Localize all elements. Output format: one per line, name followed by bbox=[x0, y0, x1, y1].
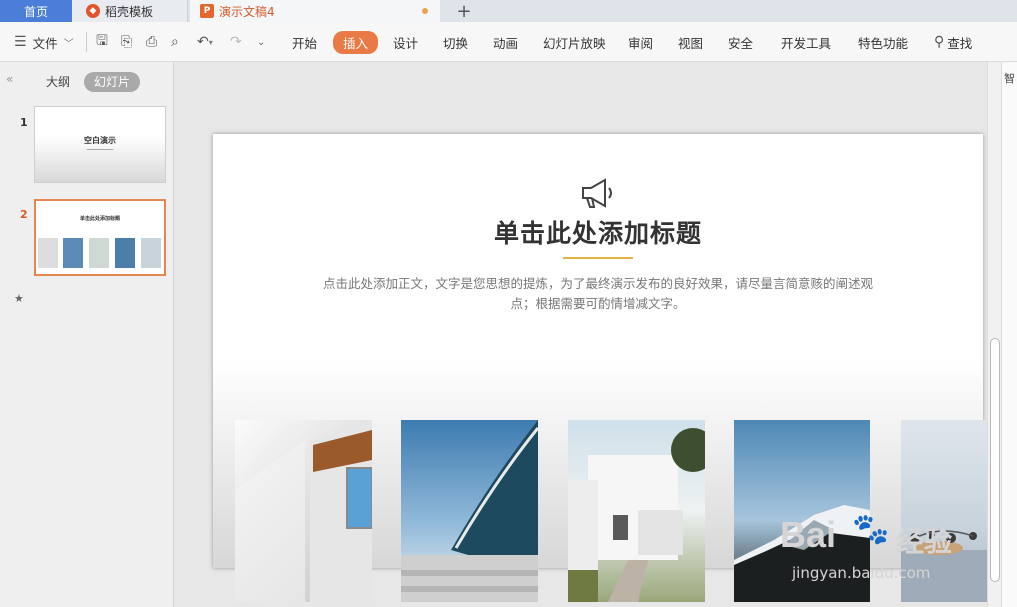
slide-title[interactable]: 单击此处添加标题 bbox=[213, 214, 983, 250]
tab-document[interactable]: P 演示文稿4 bbox=[190, 0, 440, 22]
animation-star-icon: ★ bbox=[14, 292, 24, 305]
save-icon: 🖫 bbox=[96, 33, 108, 49]
megaphone-icon bbox=[582, 178, 612, 208]
thumbnail-photo bbox=[141, 238, 161, 268]
thumbnail-number: 2 bbox=[20, 208, 28, 221]
search-button[interactable]: ⚲ 查找 bbox=[934, 22, 972, 62]
toolbar-separator bbox=[86, 32, 87, 52]
menu-developer[interactable]: 开发工具 bbox=[781, 22, 831, 62]
thumbnail-number: 1 bbox=[20, 116, 28, 129]
menu-slideshow[interactable]: 幻灯片放映 bbox=[543, 22, 606, 62]
watermark-cn: 经验 bbox=[896, 525, 953, 558]
thumbnail-title: 单击此处添加标题 bbox=[79, 216, 120, 222]
photo-interior-window[interactable] bbox=[235, 420, 372, 602]
menu-security-label: 安全 bbox=[728, 35, 754, 51]
redo-icon: ↷ bbox=[230, 34, 242, 50]
export-icon: ⎘ bbox=[121, 34, 133, 50]
menu-review[interactable]: 审阅 bbox=[628, 22, 653, 62]
menu-start[interactable]: 开始 bbox=[292, 22, 317, 62]
current-slide[interactable]: 单击此处添加标题 点击此处添加正文，文字是您思想的提炼，为了最终演示发布的良好效… bbox=[213, 134, 1017, 602]
menu-transition[interactable]: 切换 bbox=[443, 22, 468, 62]
slide-thumbnail-2[interactable]: 单击此处添加标题 bbox=[34, 199, 166, 276]
thumbnail-photo bbox=[38, 238, 58, 268]
watermark-brand: Bai bbox=[780, 514, 837, 555]
menu-features[interactable]: 特色功能 bbox=[858, 22, 908, 62]
menu-security[interactable]: 安全 bbox=[728, 22, 753, 62]
watermark-url: jingyan.baidu.com bbox=[792, 564, 931, 582]
tab-home-label: 首页 bbox=[23, 4, 48, 19]
thumbnail-subtitle-placeholder: ━━━━━━━━━━━ bbox=[86, 147, 114, 152]
chevron-down-icon: ﹀ bbox=[63, 38, 74, 50]
tab-slides[interactable]: 幻灯片 bbox=[84, 72, 140, 92]
tab-template[interactable]: ◆ 稻壳模板 bbox=[72, 0, 188, 22]
slide-body-text[interactable]: 点击此处添加正文，文字是您思想的提炼，为了最终演示发布的良好效果，请尽量言简意赅… bbox=[313, 274, 883, 314]
thumbnail-photo bbox=[63, 238, 83, 268]
menu-design-label: 设计 bbox=[393, 35, 419, 51]
thumbnail-title: 空白演示 bbox=[84, 136, 116, 145]
undo-dropdown-icon: ▾ bbox=[208, 37, 213, 47]
presentation-file-icon: P bbox=[200, 4, 214, 18]
print-preview-button[interactable]: ⌕ bbox=[171, 22, 179, 62]
slide-panel: « 大纲 幻灯片 1 空白演示 ━━━━━━━━━━━ 2 ★ 单击此处添加标题 bbox=[0, 62, 174, 607]
file-menu-label: 文件 bbox=[32, 35, 58, 51]
menu-slideshow-label: 幻灯片放映 bbox=[543, 35, 606, 51]
menu-insert[interactable]: 插入 bbox=[333, 22, 379, 62]
print-button[interactable]: ⎙ bbox=[146, 22, 157, 62]
slide-thumbnail-1[interactable]: 空白演示 ━━━━━━━━━━━ bbox=[34, 106, 166, 183]
title-underline bbox=[563, 257, 633, 259]
menu-insert-label: 插入 bbox=[333, 30, 379, 54]
photo-white-house[interactable] bbox=[568, 420, 705, 602]
menu-review-label: 审阅 bbox=[628, 35, 654, 51]
tab-home[interactable]: 首页 bbox=[0, 0, 72, 22]
daoke-logo-icon: ◆ bbox=[86, 4, 100, 18]
print-icon: ⎙ bbox=[146, 34, 158, 50]
customize-toolbar-button[interactable]: ⌄ bbox=[257, 22, 265, 62]
hamburger-icon: ☰ bbox=[14, 34, 27, 50]
search-icon: ⚲ bbox=[934, 34, 945, 50]
side-panel-label: 智 bbox=[1004, 72, 1015, 85]
menu-start-label: 开始 bbox=[292, 35, 318, 51]
preview-icon: ⌕ bbox=[171, 34, 179, 50]
right-side-panel[interactable]: 智 bbox=[1001, 62, 1017, 607]
collapse-panel-icon[interactable]: « bbox=[6, 72, 13, 86]
file-menu-button[interactable]: ☰ 文件 ﹀ bbox=[14, 22, 74, 62]
plus-icon: + bbox=[456, 0, 472, 22]
export-button[interactable]: ⎘ bbox=[121, 22, 132, 62]
menu-developer-label: 开发工具 bbox=[781, 35, 832, 51]
redo-button[interactable]: ↷ bbox=[230, 22, 242, 62]
tab-document-label: 演示文稿4 bbox=[219, 4, 275, 19]
menu-transition-label: 切换 bbox=[443, 35, 469, 51]
undo-icon: ↶ bbox=[197, 34, 209, 50]
unsaved-dot-icon bbox=[422, 8, 428, 14]
new-tab-button[interactable]: + bbox=[452, 0, 476, 22]
paw-icon: 🐾 bbox=[852, 512, 890, 547]
tab-template-label: 稻壳模板 bbox=[105, 4, 154, 19]
baidu-watermark: Bai 🐾 经验 jingyan.baidu.com bbox=[780, 510, 1000, 600]
chevron-down-icon: ⌄ bbox=[257, 36, 266, 48]
menu-animation-label: 动画 bbox=[493, 35, 519, 51]
thumbnail-photo bbox=[89, 238, 109, 268]
undo-button[interactable]: ↶ ▾ bbox=[197, 22, 213, 62]
thumbnail-photo bbox=[115, 238, 135, 268]
save-button[interactable]: 🖫 bbox=[96, 22, 108, 62]
menu-design[interactable]: 设计 bbox=[393, 22, 418, 62]
ribbon-toolbar: ☰ 文件 ﹀ 🖫 ⎘ ⎙ ⌕ ↶ ▾ ↷ ⌄ 开始 插入 设计 切换 动画 幻灯片… bbox=[0, 22, 1017, 62]
menu-view[interactable]: 视图 bbox=[678, 22, 703, 62]
photo-curved-building[interactable] bbox=[401, 420, 538, 602]
tab-outline[interactable]: 大纲 bbox=[46, 72, 70, 92]
tab-bar: 首页 ◆ 稻壳模板 P 演示文稿4 + bbox=[0, 0, 1017, 22]
search-label: 查找 bbox=[947, 35, 973, 51]
menu-view-label: 视图 bbox=[678, 35, 704, 51]
menu-animation[interactable]: 动画 bbox=[493, 22, 518, 62]
menu-features-label: 特色功能 bbox=[858, 35, 909, 51]
